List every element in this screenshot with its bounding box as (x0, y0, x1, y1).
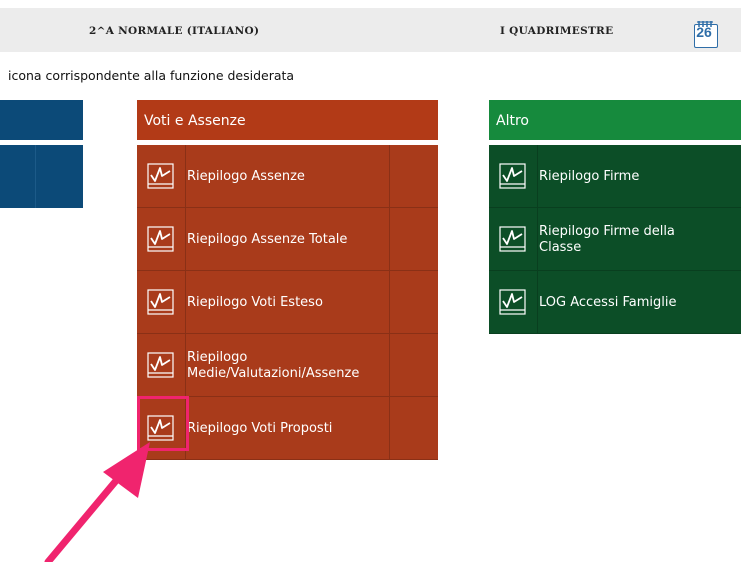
period-selector[interactable]: I QUADRIMESTRE (500, 25, 613, 37)
voti-assenze-item-label: Riepilogo Voti Esteso (187, 295, 323, 310)
left-panel-header[interactable] (0, 100, 83, 140)
row-spacer (389, 397, 438, 459)
altro-item-label: LOG Accessi Famiglie (539, 295, 677, 310)
voti-assenze-item[interactable]: Riepilogo Assenze Totale (137, 208, 438, 271)
row-spacer (389, 271, 438, 333)
left-panel-item[interactable] (0, 145, 83, 208)
class-name: 2^A NORMALE (ITALIANO) (89, 25, 260, 37)
chart-icon[interactable] (137, 208, 186, 270)
voti-assenze-item[interactable]: Riepilogo Voti Esteso (137, 271, 438, 334)
altro-item[interactable]: Riepilogo Firme (489, 145, 741, 208)
altro-header: Altro (489, 100, 741, 140)
chart-icon[interactable] (137, 271, 186, 333)
altro-item[interactable]: LOG Accessi Famiglie (489, 271, 741, 334)
annotation-arrow-icon (44, 442, 150, 562)
voti-assenze-item-label: Riepilogo Assenze (187, 169, 305, 184)
chart-icon[interactable] (489, 271, 538, 333)
row-spacer (389, 208, 438, 270)
voti-assenze-item[interactable]: Riepilogo Assenze (137, 145, 438, 208)
row-spacer (389, 334, 438, 396)
voti-assenze-item-label: Riepilogo Voti Proposti (187, 421, 333, 436)
row-spacer (389, 145, 438, 207)
voti-assenze-item-label: Riepilogo Medie/Valutazioni/Assenze (187, 350, 360, 381)
altro-item-label: Riepilogo Firme (539, 169, 640, 184)
altro-item[interactable]: Riepilogo Firme della Classe (489, 208, 741, 271)
altro-title: Altro (496, 113, 529, 129)
voti-assenze-title: Voti e Assenze (144, 113, 246, 129)
chart-icon[interactable] (137, 145, 186, 207)
top-bar: 2^A NORMALE (ITALIANO) I QUADRIMESTRE 26 (0, 8, 741, 52)
calendar-day: 26 (696, 24, 712, 40)
calendar-icon[interactable]: 26 (693, 20, 719, 48)
voti-assenze-header: Voti e Assenze (137, 100, 438, 140)
chart-icon[interactable] (137, 334, 186, 396)
chart-icon[interactable] (489, 145, 538, 207)
voti-assenze-item-label: Riepilogo Assenze Totale (187, 232, 348, 247)
instruction-text: icona corrispondente alla funzione desid… (8, 68, 295, 83)
altro-item-label: Riepilogo Firme della Classe (539, 224, 675, 255)
chart-icon[interactable] (489, 208, 538, 270)
voti-assenze-item[interactable]: Riepilogo Medie/Valutazioni/Assenze (137, 334, 438, 397)
